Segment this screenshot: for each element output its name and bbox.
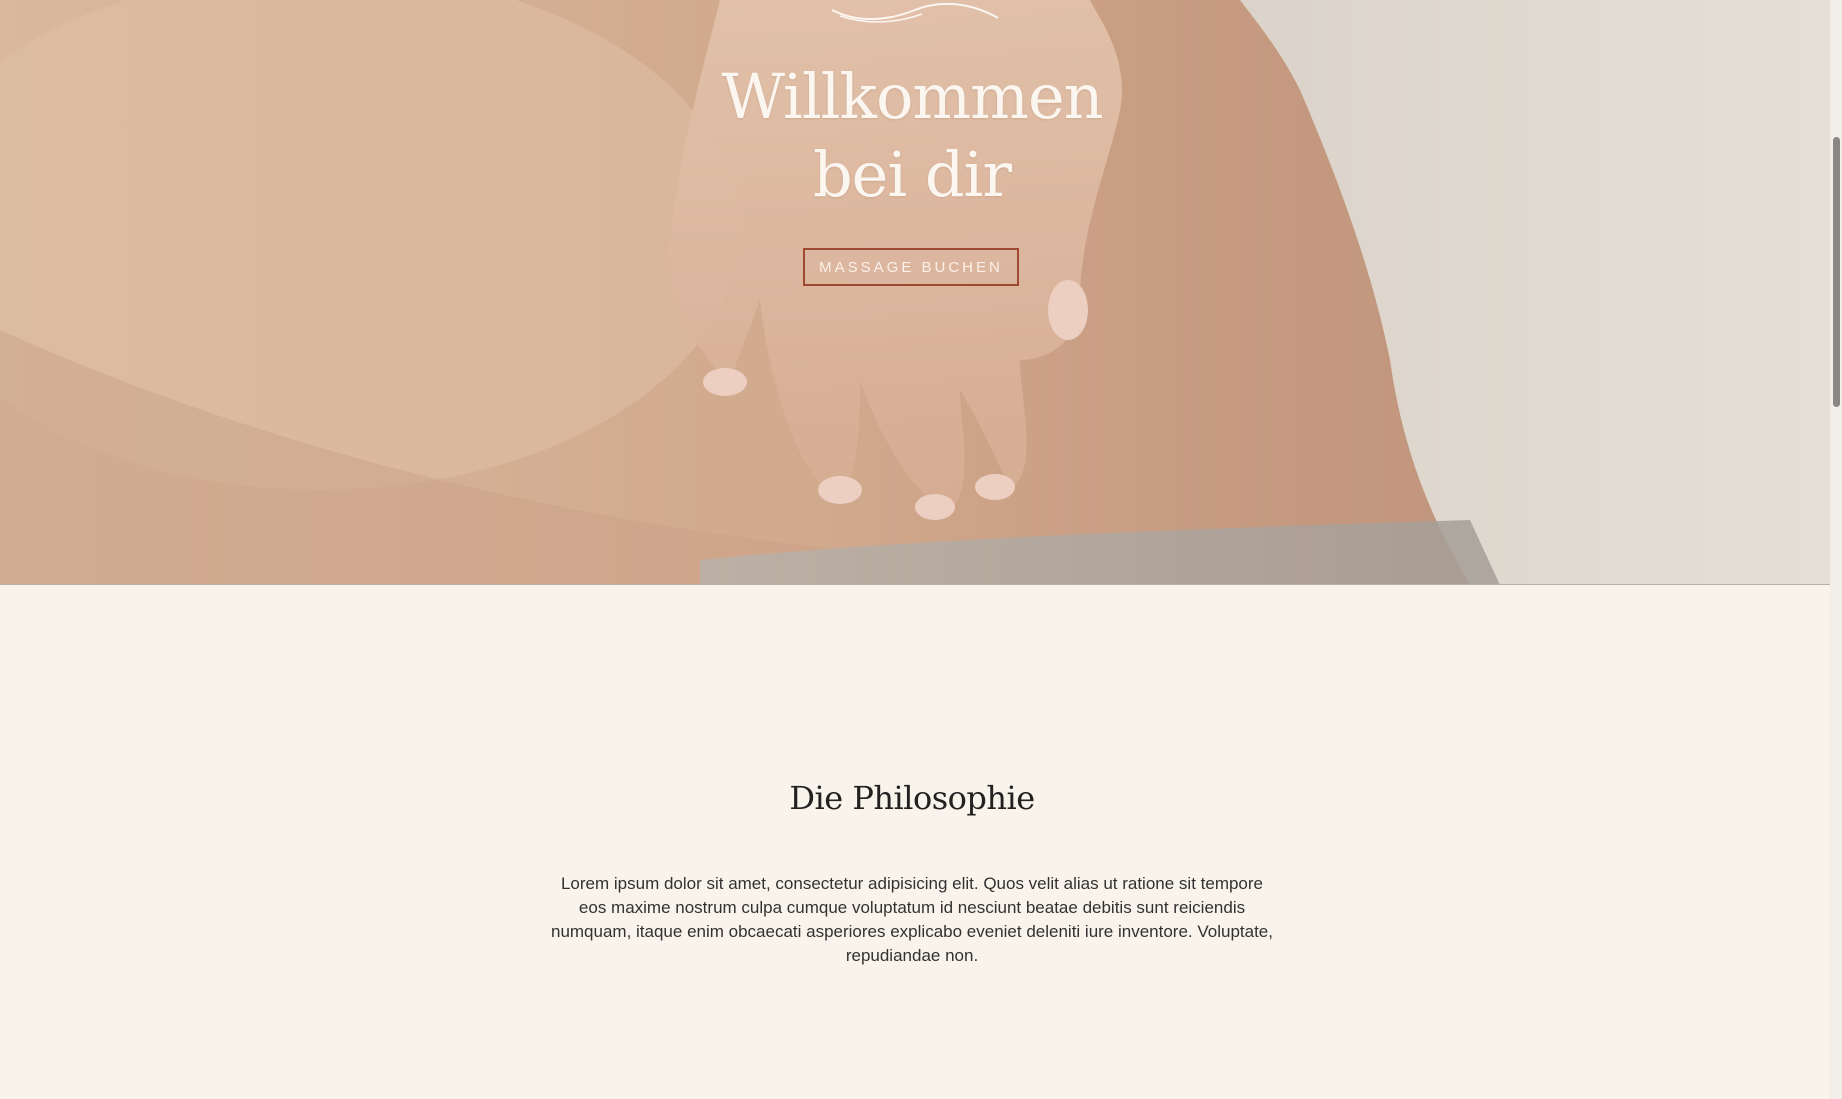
- book-massage-button[interactable]: MASSAGE BUCHEN: [803, 248, 1019, 286]
- hero-section: Willkommen bei dir MASSAGE BUCHEN: [0, 0, 1830, 585]
- hero-divider: [0, 584, 1830, 585]
- wave-logo-icon[interactable]: [830, 0, 1000, 26]
- vertical-scrollbar[interactable]: [1830, 0, 1842, 1099]
- scrollbar-thumb[interactable]: [1833, 137, 1840, 407]
- page: Willkommen bei dir MASSAGE BUCHEN Die Ph…: [0, 0, 1830, 1099]
- hero-title-line-1: Willkommen: [721, 60, 1103, 133]
- hero-title-line-2: bei dir: [812, 138, 1012, 211]
- philosophy-text: Lorem ipsum dolor sit amet, consectetur …: [550, 874, 1273, 965]
- philosophy-title: Die Philosophie: [789, 779, 1035, 817]
- hero-title: Willkommen bei dir: [0, 58, 1824, 214]
